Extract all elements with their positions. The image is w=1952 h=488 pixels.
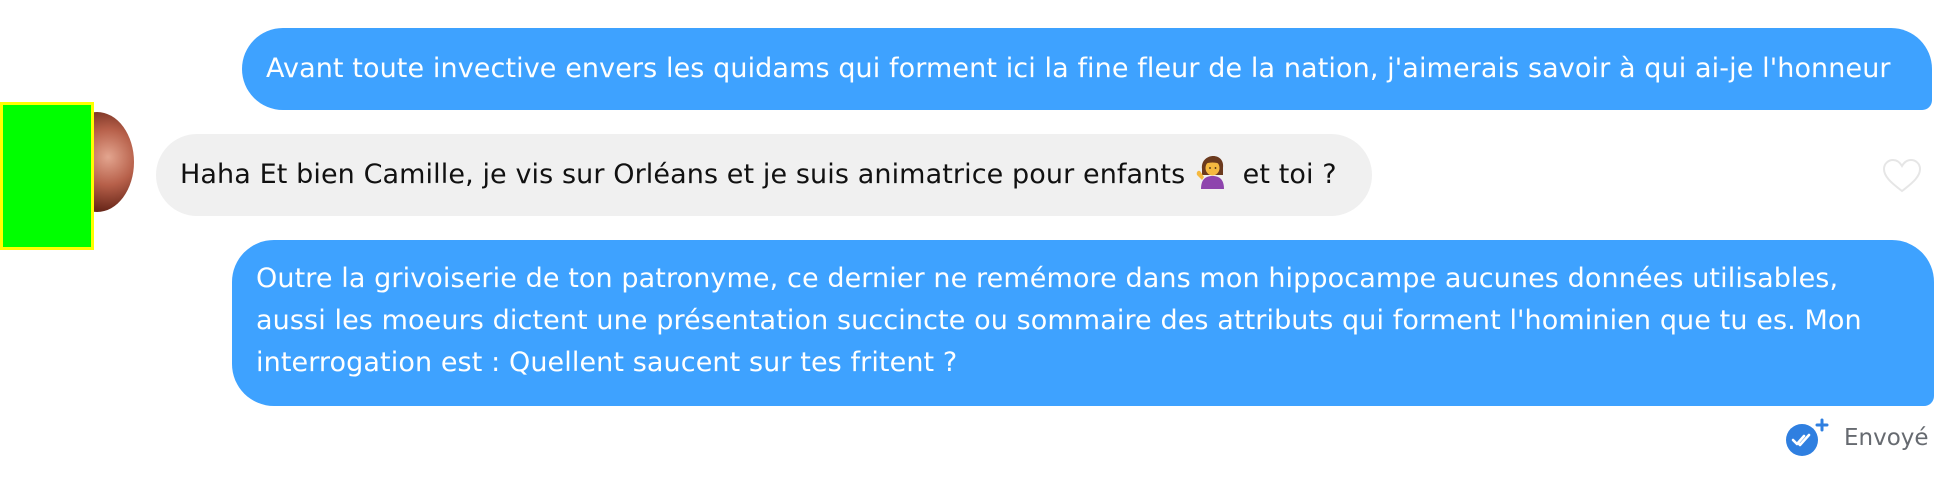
person-tipping-hand-emoji (1196, 156, 1224, 189)
delivery-status: Envoyé (1784, 418, 1929, 458)
message-text: Avant toute invective envers les quidams… (266, 53, 1891, 84)
message-text-line: interrogation est : Quellent saucent sur… (256, 347, 958, 378)
status-label: Envoyé (1844, 425, 1929, 451)
outgoing-message-bubble[interactable]: Avant toute invective envers les quidams… (242, 28, 1932, 110)
outgoing-message-bubble[interactable]: Outre la grivoiserie de ton patronyme, c… (232, 240, 1934, 406)
heart-outline-icon[interactable] (1882, 158, 1922, 194)
chat-thread: Avant toute invective envers les quidams… (0, 0, 1952, 488)
message-text-line: Outre la grivoiserie de ton patronyme, c… (256, 263, 1839, 294)
double-check-plus-icon (1786, 418, 1829, 456)
message-text-line: aussi les moeurs dictent une présentatio… (256, 305, 1862, 336)
message-text: et toi ? (1242, 159, 1337, 190)
incoming-message-bubble[interactable]: Haha Et bien Camille, je vis sur Orléans… (156, 134, 1372, 216)
redaction-block (0, 102, 94, 250)
message-text: Haha Et bien Camille, je vis sur Orléans… (180, 159, 1186, 190)
